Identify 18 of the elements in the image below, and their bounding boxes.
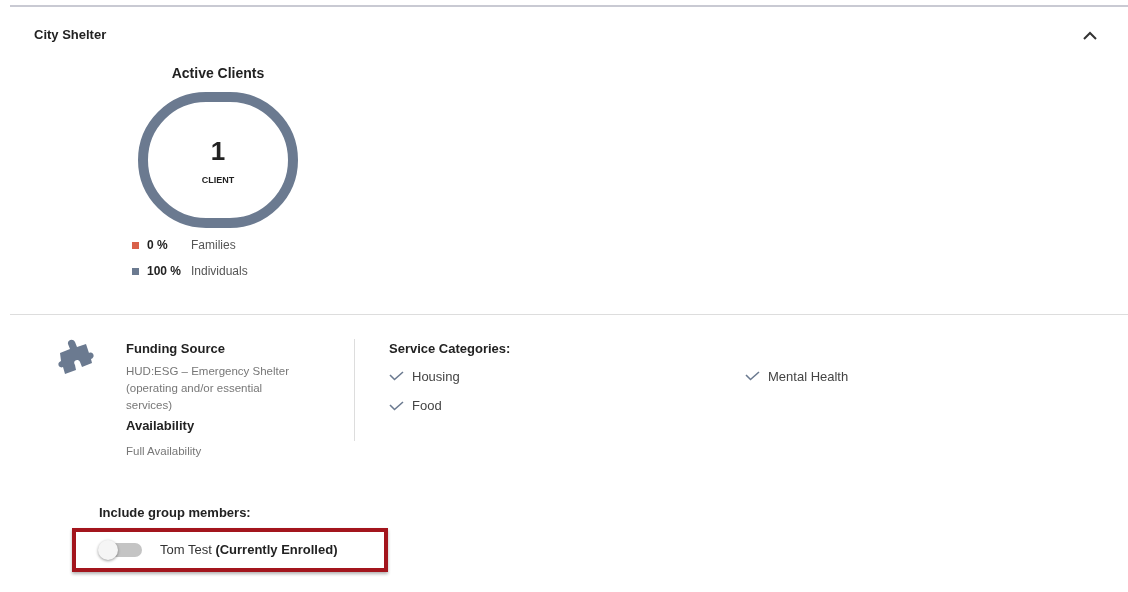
client-unit: CLIENT [201, 174, 235, 188]
legend-percent: 100 % [147, 263, 183, 280]
funding-title: Funding Source [126, 340, 226, 358]
chart-title: Active Clients [171, 64, 265, 83]
service-category: Mental Health [768, 367, 849, 386]
member-label: Tom Test (Currently Enrolled) [160, 541, 338, 560]
service-category: Housing [412, 367, 460, 386]
service-categories-title: Service Categories: [389, 340, 512, 358]
service-category: Food [412, 397, 442, 415]
legend-percent: 0 % [147, 237, 169, 254]
section-title: City Shelter [34, 26, 107, 45]
client-count: 1 [210, 138, 226, 165]
group-members-title: Include group members: [99, 505, 251, 521]
availability-title: Availability [126, 416, 196, 435]
funding-text: HUD:ESG – Emergency Shelter (operating and/or essential services) [126, 363, 290, 413]
legend-label: Families [191, 237, 236, 254]
availability-text: Full Availability [126, 444, 203, 459]
legend-label: Individuals [191, 263, 248, 280]
